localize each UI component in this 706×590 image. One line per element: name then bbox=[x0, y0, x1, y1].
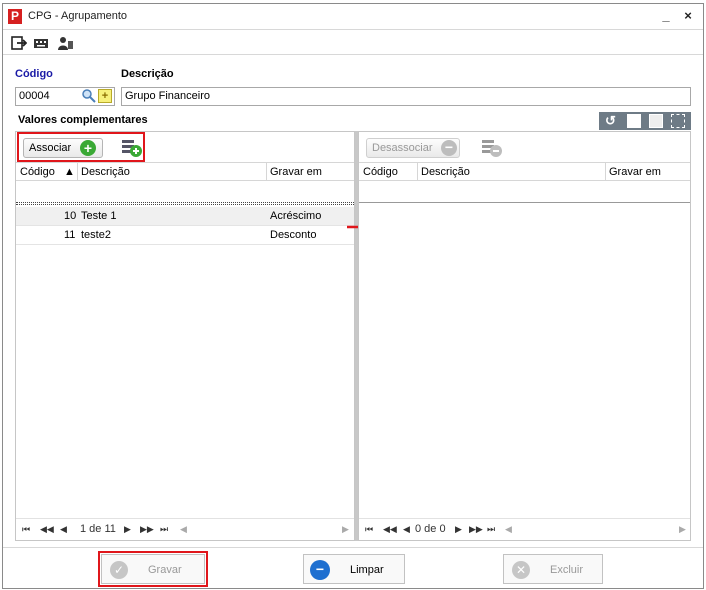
remove-list-icon[interactable] bbox=[481, 138, 503, 158]
minus-icon: − bbox=[310, 560, 330, 580]
delete-label: Excluir bbox=[550, 564, 584, 576]
first-page-icon[interactable]: ⏮ bbox=[365, 524, 373, 535]
list-view-icon[interactable] bbox=[627, 114, 641, 128]
next-block-icon[interactable]: ▶▶ bbox=[140, 524, 154, 535]
sort-up-icon: ▲ bbox=[64, 166, 75, 178]
x-icon: ✕ bbox=[512, 561, 530, 579]
cell-codigo: 11 bbox=[64, 229, 76, 241]
col-descricao[interactable]: Descrição bbox=[421, 166, 470, 178]
close-button[interactable]: × bbox=[679, 7, 697, 25]
highlight-associate bbox=[17, 132, 145, 162]
prev-block-icon[interactable]: ◀◀ bbox=[40, 524, 54, 535]
add-new-icon[interactable]: + bbox=[98, 89, 112, 103]
descricao-label: Descrição bbox=[121, 68, 174, 80]
cell-descricao: Teste 1 bbox=[81, 210, 117, 222]
first-page-icon[interactable]: ⏮ bbox=[22, 524, 30, 535]
col-codigo[interactable]: Código bbox=[20, 166, 55, 178]
undo-icon[interactable]: ↺ bbox=[605, 114, 619, 128]
prev-page-icon[interactable]: ◀ bbox=[403, 524, 410, 535]
section-title: Valores complementares bbox=[18, 114, 148, 126]
expand-icon[interactable] bbox=[671, 114, 685, 128]
right-grid-header: Código Descrição Gravar em bbox=[359, 162, 690, 181]
col-descricao[interactable]: Descrição bbox=[81, 166, 130, 178]
col-gravar[interactable]: Gravar em bbox=[609, 166, 661, 178]
delete-button[interactable]: ✕ Excluir bbox=[503, 554, 603, 584]
clear-label: Limpar bbox=[350, 564, 384, 576]
right-panel-toolbar: Desassociar − bbox=[359, 132, 690, 160]
scroll-left-icon[interactable]: ◀ bbox=[180, 524, 187, 535]
last-page-icon[interactable]: ⏭ bbox=[160, 524, 168, 535]
highlight-save bbox=[98, 551, 208, 587]
cell-descricao: teste2 bbox=[81, 229, 111, 241]
keyboard-icon[interactable] bbox=[33, 35, 49, 51]
search-icon[interactable] bbox=[81, 88, 97, 104]
right-pager: ⏮ ◀◀ ◀ 0 de 0 ▶ ▶▶ ⏭ ◀ ▶ bbox=[359, 518, 690, 540]
cell-codigo: 10 bbox=[64, 210, 77, 222]
next-page-icon[interactable]: ▶ bbox=[455, 524, 462, 535]
left-pager: ⏮ ◀◀ ◀ 1 de 11 ▶ ▶▶ ⏭ ◀ ▶ bbox=[16, 518, 354, 540]
table-row[interactable]: 11 teste2 Desconto bbox=[16, 226, 354, 245]
next-block-icon[interactable]: ▶▶ bbox=[469, 524, 483, 535]
clear-button[interactable]: − Limpar bbox=[303, 554, 405, 584]
exit-icon[interactable] bbox=[11, 35, 27, 51]
window-title: CPG - Agrupamento bbox=[28, 10, 128, 22]
descricao-field[interactable]: Grupo Financeiro bbox=[121, 87, 691, 106]
pager-status: 0 de 0 bbox=[415, 523, 446, 535]
cell-gravar: Desconto bbox=[270, 229, 317, 241]
next-page-icon[interactable]: ▶ bbox=[124, 524, 131, 535]
remove-icon[interactable]: − bbox=[441, 140, 457, 156]
prev-block-icon[interactable]: ◀◀ bbox=[383, 524, 397, 535]
filter-row bbox=[359, 202, 690, 203]
last-page-icon[interactable]: ⏭ bbox=[487, 524, 495, 535]
col-codigo[interactable]: Código bbox=[363, 166, 398, 178]
scroll-right-icon[interactable]: ▶ bbox=[679, 524, 686, 535]
prev-page-icon[interactable]: ◀ bbox=[60, 524, 67, 535]
calendar-icon[interactable] bbox=[649, 114, 663, 128]
app-logo-icon: P bbox=[8, 9, 22, 24]
descricao-value: Grupo Financeiro bbox=[125, 90, 210, 102]
scroll-right-icon[interactable]: ▶ bbox=[342, 524, 349, 535]
codigo-label: Código bbox=[15, 68, 53, 80]
users-icon[interactable] bbox=[57, 35, 73, 51]
pager-status: 1 de 11 bbox=[80, 523, 116, 535]
title-bar: P CPG - Agrupamento _ × bbox=[3, 4, 703, 30]
cell-gravar: Acréscimo bbox=[270, 210, 322, 222]
toolbar bbox=[3, 31, 703, 55]
codigo-value: 00004 bbox=[19, 90, 50, 102]
filter-row bbox=[16, 202, 354, 205]
left-panel: Associar + Código ▲ Descrição Gravar em … bbox=[15, 131, 355, 541]
scroll-left-icon[interactable]: ◀ bbox=[505, 524, 512, 535]
grid-tools: ↺ bbox=[599, 112, 691, 130]
right-panel: Desassociar − Código Descrição Gravar em… bbox=[358, 131, 691, 541]
main-window: P CPG - Agrupamento _ × Código Descrição… bbox=[2, 3, 704, 589]
disassociate-label: Desassociar bbox=[372, 142, 433, 154]
col-gravar[interactable]: Gravar em bbox=[270, 166, 322, 178]
minimize-button[interactable]: _ bbox=[657, 7, 675, 25]
footer-divider bbox=[3, 547, 703, 548]
table-row[interactable]: 10 Teste 1 Acréscimo bbox=[16, 207, 354, 226]
left-grid-header: Código ▲ Descrição Gravar em bbox=[16, 162, 354, 181]
